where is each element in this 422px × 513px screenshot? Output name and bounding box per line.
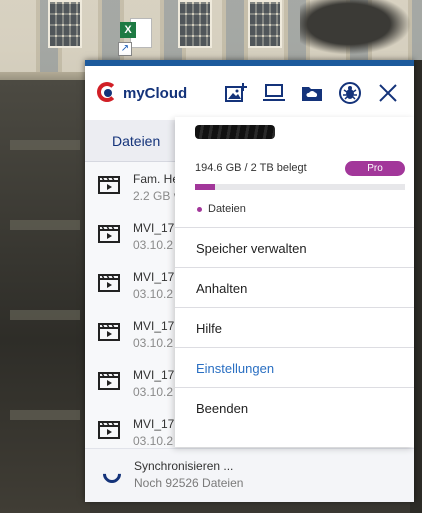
file-meta: 03.10.2 xyxy=(133,287,174,301)
excel-shortcut-icon[interactable]: X ↗ xyxy=(118,14,152,56)
menu-divider xyxy=(175,347,414,348)
menu-item-settings[interactable]: Einstellungen xyxy=(196,361,274,376)
add-photo-icon[interactable] xyxy=(223,81,249,105)
redacted-account-name xyxy=(195,125,275,139)
wallpaper-window xyxy=(248,0,282,48)
wallpaper-window xyxy=(178,0,212,48)
wallpaper-window xyxy=(48,0,82,48)
video-file-icon xyxy=(98,421,120,439)
video-file-icon xyxy=(98,274,120,292)
account-menu: 194.6 GB / 2 TB belegt Pro Dateien Speic… xyxy=(175,117,414,447)
video-file-icon xyxy=(98,176,120,194)
legend-dot-icon xyxy=(197,207,202,212)
cloud-folder-icon[interactable] xyxy=(299,81,325,105)
file-name: Fam. He xyxy=(133,172,180,186)
plan-badge: Pro xyxy=(345,161,405,176)
file-name: MVI_17 xyxy=(133,221,175,235)
video-file-icon xyxy=(98,323,120,341)
file-meta: 2.2 GB v xyxy=(133,189,180,203)
excel-badge: X xyxy=(120,22,136,38)
storage-progress-bar xyxy=(195,184,405,190)
shortcut-arrow-icon: ↗ xyxy=(118,42,132,56)
app-title: myCloud xyxy=(123,85,188,102)
close-icon[interactable] xyxy=(375,81,401,105)
sync-remaining: Noch 92526 Dateien xyxy=(134,476,244,490)
menu-item-quit[interactable]: Beenden xyxy=(196,401,248,416)
video-file-icon xyxy=(98,372,120,390)
wallpaper-reflection xyxy=(0,80,90,513)
app-header: myCloud xyxy=(85,66,414,120)
menu-divider xyxy=(175,267,414,268)
file-meta: 03.10.2 xyxy=(133,238,174,252)
file-name: MVI_17 xyxy=(133,319,175,333)
file-meta: 03.10.2 xyxy=(133,434,174,448)
menu-item-manage-storage[interactable]: Speicher verwalten xyxy=(196,241,307,256)
bug-icon[interactable] xyxy=(337,81,363,105)
menu-item-help[interactable]: Hilfe xyxy=(196,321,222,336)
menu-divider xyxy=(175,227,414,228)
computer-icon[interactable] xyxy=(261,81,287,105)
sync-title: Synchronisieren ... xyxy=(134,459,234,473)
menu-divider xyxy=(175,307,414,308)
wallpaper-statue xyxy=(300,0,422,60)
file-meta: 03.10.2 xyxy=(133,385,174,399)
file-name: MVI_17 xyxy=(133,270,175,284)
sync-spinner-icon xyxy=(99,461,125,487)
file-name: MVI_17 xyxy=(133,417,175,431)
video-file-icon xyxy=(98,225,120,243)
sync-status-bar: Synchronisieren ... Noch 92526 Dateien xyxy=(85,448,414,502)
file-meta: 03.10.2 xyxy=(133,336,174,350)
storage-legend-label: Dateien xyxy=(208,203,246,215)
swisscom-logo-icon xyxy=(97,80,121,106)
file-name: MVI_17 xyxy=(133,368,175,382)
storage-usage-text: 194.6 GB / 2 TB belegt xyxy=(195,162,307,174)
menu-divider xyxy=(175,387,414,388)
storage-progress-fill xyxy=(195,184,216,190)
menu-item-pause[interactable]: Anhalten xyxy=(196,281,247,296)
tab-files[interactable]: Dateien xyxy=(112,133,160,149)
